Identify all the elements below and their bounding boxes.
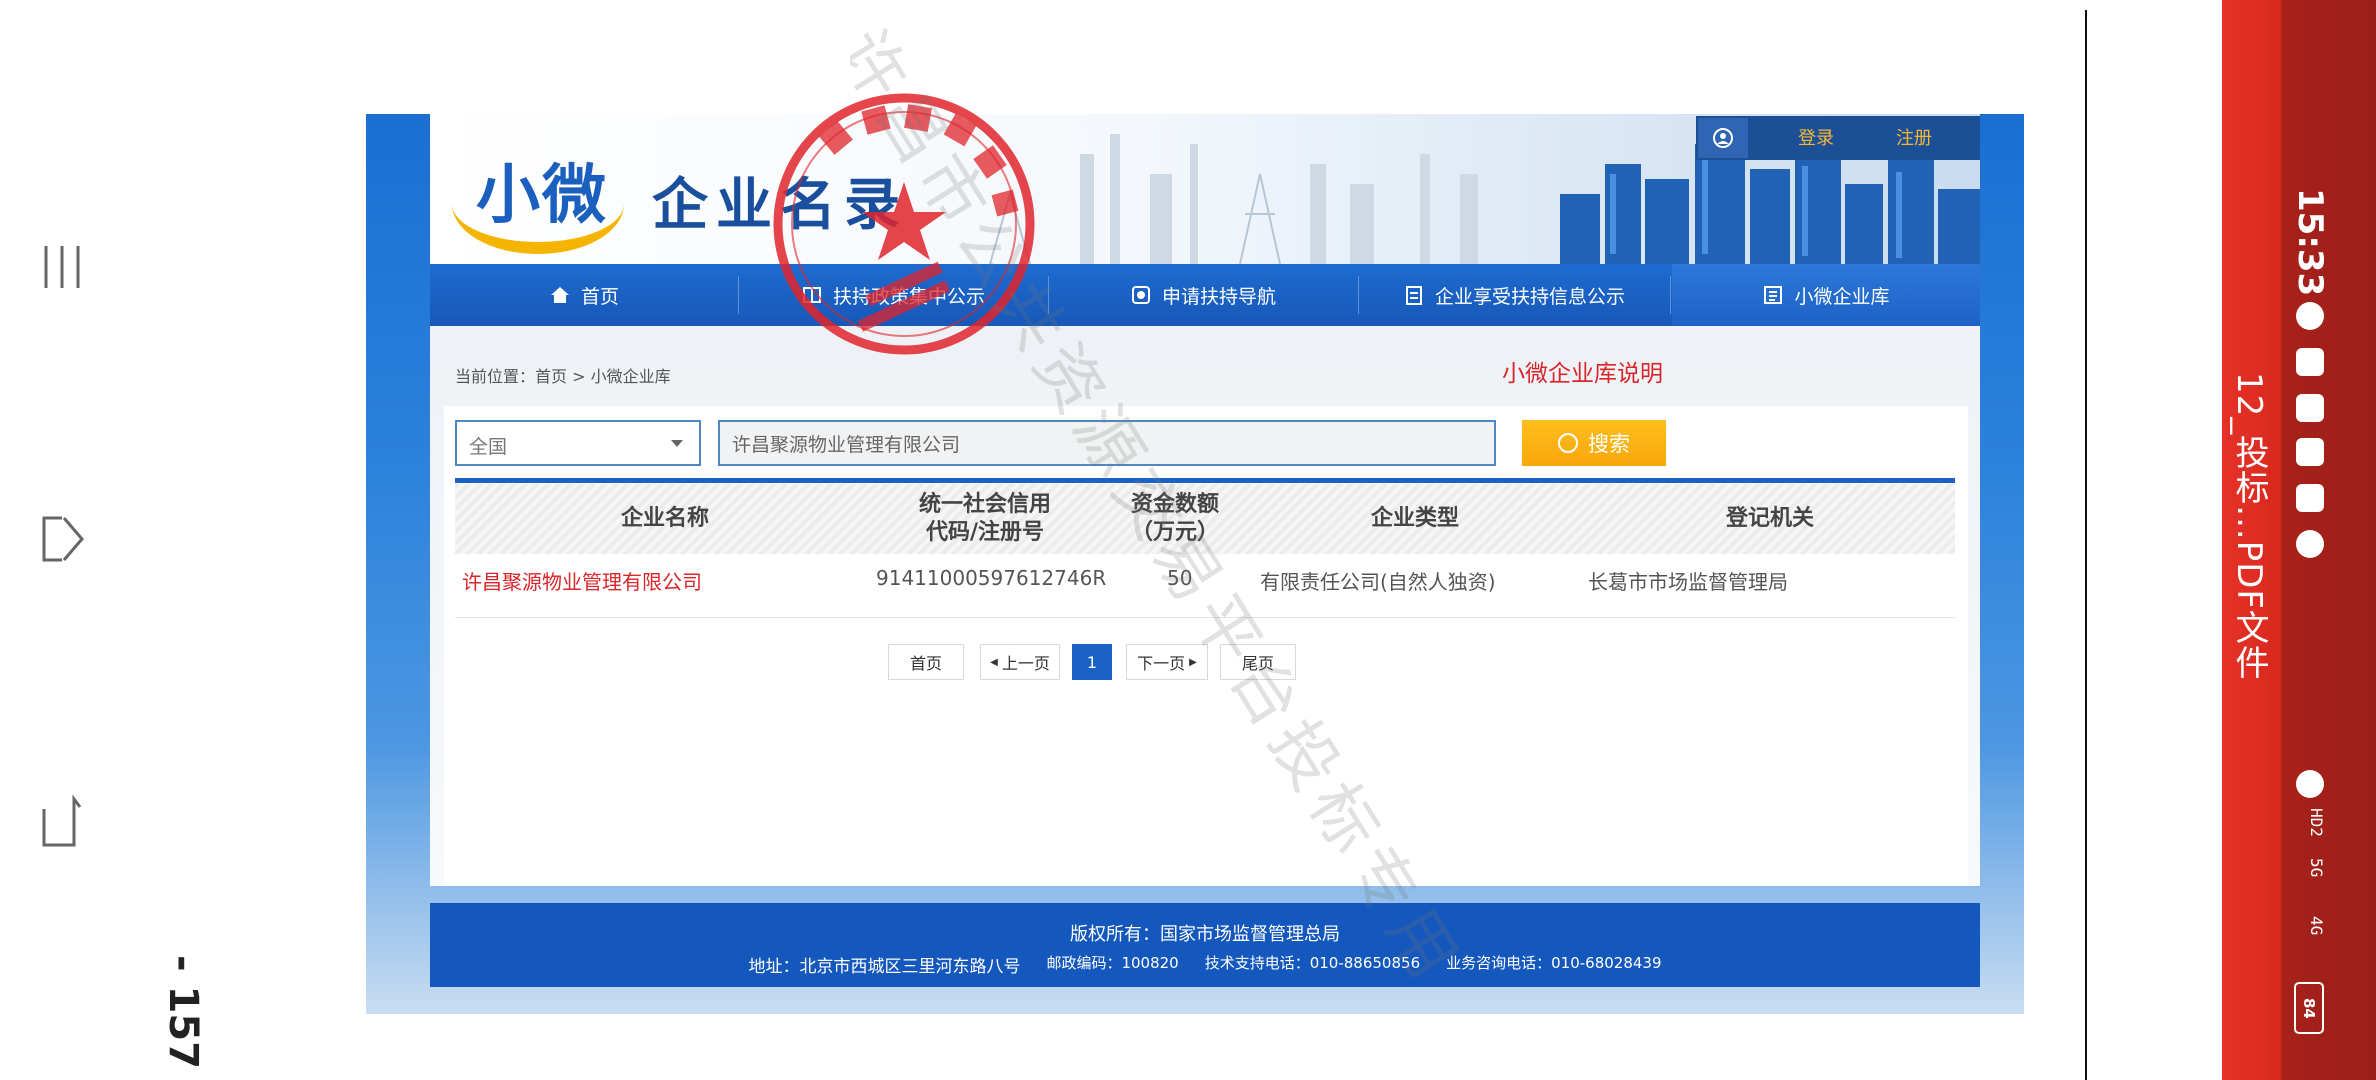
shopping-notification-icon <box>2296 438 2324 466</box>
browser-notification-icon <box>2296 530 2324 558</box>
page-turn-icon[interactable] <box>40 512 86 566</box>
list-icon <box>1764 286 1783 304</box>
company-type: 有限责任公司(自然人独资) <box>1260 570 1496 594</box>
company-seal <box>773 93 1035 355</box>
search-button-label: 搜索 <box>1588 432 1630 456</box>
menu-lines-icon[interactable] <box>40 240 86 294</box>
nav-publicity[interactable]: 企业享受扶持信息公示 <box>1358 264 1670 326</box>
video-notification-icon <box>2296 348 2324 376</box>
clipboard-icon <box>1405 286 1422 305</box>
chevron-down-icon <box>671 440 683 447</box>
payment-notification-icon <box>2296 484 2324 512</box>
col-header-code: 统一社会信用 代码/注册号 <box>918 492 1051 545</box>
footer-consult-phone: 业务咨询电话：010-68028439 <box>1446 954 1662 972</box>
nav-home[interactable]: 首页 <box>430 264 738 326</box>
search-input[interactable] <box>718 420 1496 466</box>
footer-postcode: 邮政编码：100820 <box>1046 954 1179 972</box>
description-link[interactable]: 小微企业库说明 <box>1502 354 1663 388</box>
login-link[interactable]: 登录 <box>1798 124 1834 150</box>
search-icon <box>1558 433 1578 453</box>
message-notification-icon <box>2296 394 2324 422</box>
home-icon <box>550 287 569 303</box>
nav-label: 企业享受扶持信息公示 <box>1434 285 1625 308</box>
signal-4g-icon: 4G <box>2307 916 2326 936</box>
signal-5g-icon: 5G <box>2307 858 2326 878</box>
region-value: 全国 <box>469 436 508 458</box>
col-header-name: 企业名称 <box>620 506 709 531</box>
pager-first[interactable]: 首页 <box>888 644 964 680</box>
page-number: - 157 - <box>166 955 206 1070</box>
pager-current[interactable]: 1 <box>1072 644 1112 680</box>
nav-apply[interactable]: 申请扶持导航 <box>1048 264 1358 326</box>
table-top-rule <box>455 478 1955 483</box>
breadcrumb: 当前位置：首页 > 小微企业库 <box>455 367 671 386</box>
footer-address: 地址：北京市西城区三里河东路八号 <box>748 957 1021 977</box>
register-link[interactable]: 注册 <box>1896 124 1932 150</box>
col-header-type: 企业类型 <box>1370 506 1459 531</box>
credit-code: 91411000597612746R <box>876 566 1107 590</box>
registration-authority: 长葛市市场监督管理局 <box>1588 570 1788 594</box>
capital-amount: 50 <box>1167 566 1193 590</box>
search-button[interactable]: 搜索 <box>1522 420 1666 466</box>
nav-label: 首页 <box>580 285 619 308</box>
chevron-left-icon: ◀ <box>990 656 998 668</box>
pager-last[interactable]: 尾页 <box>1220 644 1296 680</box>
col-header-capital: 资金数额 （万元） <box>1130 492 1219 545</box>
region-select[interactable]: 全国 <box>455 420 701 466</box>
footer-tech-phone: 技术支持电话：010-88650856 <box>1204 954 1421 972</box>
company-name-link[interactable]: 许昌聚源物业管理有限公司 <box>462 566 702 595</box>
site-logo: 小微 <box>476 158 608 233</box>
pager-prev[interactable]: ◀ 上一页 <box>980 644 1060 680</box>
pager-next-label: 下一页 <box>1137 654 1186 673</box>
pager-prev-label: 上一页 <box>1001 654 1050 673</box>
row-divider <box>455 617 1955 618</box>
file-title: 12_投标...PDF文件 <box>2229 372 2269 680</box>
nav-enterprise-db[interactable]: 小微企业库 <box>1672 264 1980 326</box>
hd-indicator: HD2 <box>2307 808 2326 837</box>
alarm-icon <box>2296 770 2324 798</box>
compass-icon <box>1131 286 1150 304</box>
footer-copyright: 版权所有：国家市场监督管理总局 <box>1070 924 1340 945</box>
user-icon[interactable] <box>1698 118 1748 158</box>
footer-contact: 地址：北京市西城区三里河东路八号 邮政编码：100820 技术支持电话：010-… <box>430 952 1980 977</box>
nav-label: 申请扶持导航 <box>1161 285 1276 308</box>
status-clock: 15:33 <box>2290 188 2330 297</box>
nav-label: 小微企业库 <box>1794 285 1890 308</box>
chevron-right-icon: ▶ <box>1189 656 1197 668</box>
battery-icon: 84 <box>2294 982 2324 1034</box>
col-header-authority: 登记机关 <box>1725 506 1814 531</box>
page-divider <box>2085 10 2087 1080</box>
app-notification-icon <box>2296 302 2324 330</box>
pager-next[interactable]: 下一页 ▶ <box>1126 644 1208 680</box>
share-icon[interactable] <box>40 795 86 849</box>
nav-separator <box>1670 276 1671 314</box>
